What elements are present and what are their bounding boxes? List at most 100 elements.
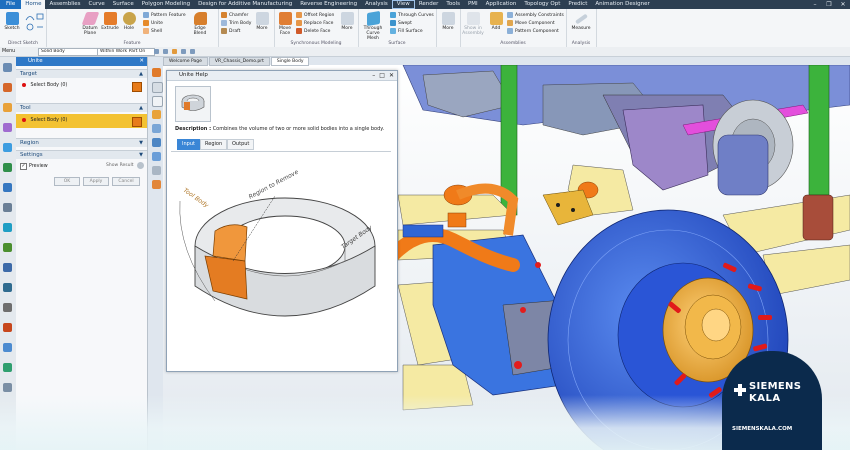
menu-render[interactable]: Render	[415, 0, 443, 9]
select-all-icon[interactable]	[163, 49, 168, 54]
menu-topology-opt[interactable]: Topology Opt	[520, 0, 564, 9]
tab-single-body[interactable]: Single Body	[270, 57, 310, 66]
delete-face-button[interactable]: Delete Face	[296, 28, 330, 34]
preview-checkbox[interactable]: ✓ Preview	[20, 163, 48, 170]
pin-icon[interactable]	[152, 152, 161, 161]
web-browser-icon[interactable]	[3, 223, 12, 232]
region-section-header[interactable]: Region ▼	[16, 138, 147, 147]
simulation-icon[interactable]	[3, 363, 12, 372]
menu-reverse-engineering[interactable]: Reverse Engineering	[296, 0, 361, 9]
help-icon[interactable]	[3, 383, 12, 392]
palette-icon[interactable]	[3, 243, 12, 252]
sketch-curves-icon[interactable]	[25, 12, 45, 32]
measure-button[interactable]: Measure	[570, 12, 592, 31]
process-studio-icon[interactable]	[3, 183, 12, 192]
type-filter-combo[interactable]: Solid Body	[38, 48, 100, 56]
filter-icon[interactable]	[154, 49, 159, 54]
help-tab-region[interactable]: Region	[200, 139, 228, 150]
tool-section-header[interactable]: Tool ▲	[16, 103, 147, 112]
more-surface-button[interactable]: More	[437, 12, 459, 31]
snap-icon[interactable]	[172, 49, 177, 54]
settings-section-header[interactable]: Settings ▼	[16, 150, 147, 159]
analysis-icon[interactable]	[3, 343, 12, 352]
unite-button[interactable]: Unite	[143, 20, 163, 26]
system-materials-icon[interactable]	[3, 163, 12, 172]
sketch-button[interactable]: Sketch	[1, 12, 23, 31]
through-curves-button[interactable]: Through Curves	[390, 12, 434, 18]
tab-vr-chassis[interactable]: VR_Chassis_Demo.prt	[208, 57, 270, 66]
show-in-assembly-button[interactable]: Show in Assembly	[461, 12, 485, 36]
knowledge-icon[interactable]	[3, 323, 12, 332]
roles-icon[interactable]	[3, 203, 12, 212]
assembly-constraints-button[interactable]: Assembly Constraints	[507, 12, 564, 18]
menu-home[interactable]: Home	[21, 0, 46, 9]
constraint-navigator-icon[interactable]	[3, 103, 12, 112]
palette-icon[interactable]	[152, 180, 161, 189]
maximize-icon[interactable]: □	[379, 71, 385, 80]
menu-pmi[interactable]: PMI	[464, 0, 482, 9]
ok-button[interactable]: OK	[54, 177, 80, 186]
teamcenter-icon[interactable]	[3, 283, 12, 292]
menu-assemblies[interactable]: Assemblies	[45, 0, 84, 9]
move-face-button[interactable]: Move Face	[274, 12, 296, 36]
dialog-close-icon[interactable]: ✕	[139, 57, 144, 66]
shell-button[interactable]: Shell	[143, 28, 162, 34]
help-tab-input[interactable]: Input	[177, 139, 200, 150]
trim-body-button[interactable]: Trim Body	[221, 20, 251, 26]
help-tab-output[interactable]: Output	[227, 139, 255, 150]
reuse-library-icon[interactable]	[3, 123, 12, 132]
edge-blend-button[interactable]: Edge Blend	[189, 12, 211, 36]
settings-icon[interactable]	[3, 303, 12, 312]
pattern-component-button[interactable]: Pattern Component	[507, 28, 559, 34]
minimize-icon[interactable]: –	[372, 71, 375, 80]
tab-welcome-page[interactable]: Welcome Page	[163, 57, 208, 66]
draft-button[interactable]: Draft	[221, 28, 240, 34]
menu-analysis[interactable]: Analysis	[361, 0, 392, 9]
fill-surface-button[interactable]: Fill Surface	[390, 28, 423, 34]
show-result-icon[interactable]	[137, 162, 144, 169]
menu-tools[interactable]: Tools	[442, 0, 464, 9]
hole-button[interactable]: Hole	[118, 12, 140, 31]
home-icon[interactable]	[152, 68, 161, 77]
part-navigator-icon[interactable]	[3, 63, 12, 72]
restore-icon[interactable]: ❐	[822, 0, 836, 9]
menu-curve[interactable]: Curve	[85, 0, 109, 9]
offset-region-button[interactable]: Offset Region	[296, 12, 334, 18]
menu-polygon-modeling[interactable]: Polygon Modeling	[138, 0, 194, 9]
swept-button[interactable]: Swept	[390, 20, 412, 26]
menu-view[interactable]: View	[391, 0, 415, 9]
move-component-button[interactable]: Move Component	[507, 20, 555, 26]
help-question-icon[interactable]	[152, 96, 163, 107]
add-component-button[interactable]: Add	[485, 12, 507, 31]
menu-button[interactable]: Menu	[2, 48, 15, 55]
selection-scope-combo[interactable]: Within Work Part On	[97, 48, 155, 56]
menu-animation-designer[interactable]: Animation Designer	[591, 0, 653, 9]
menu-dfam[interactable]: Design for Additive Manufacturing	[194, 0, 296, 9]
close-icon[interactable]: ✕	[836, 0, 850, 9]
target-section-header[interactable]: Target ▲	[16, 69, 147, 78]
tool-select-body[interactable]: Select Body (0)	[16, 114, 147, 128]
chamfer-button[interactable]: Chamfer	[221, 12, 248, 18]
help-book-icon[interactable]	[152, 82, 163, 93]
cancel-button[interactable]: Cancel	[112, 177, 140, 186]
target-select-body[interactable]: Select Body (0)	[16, 80, 147, 92]
through-curve-mesh-button[interactable]: Through Curve Mesh	[360, 10, 386, 41]
more-feature-button[interactable]: More	[251, 12, 273, 31]
more-sync-button[interactable]: More	[336, 12, 358, 31]
window-icon[interactable]	[152, 138, 161, 147]
unite-icon[interactable]	[152, 110, 161, 119]
snap-end-icon[interactable]	[190, 49, 195, 54]
close-icon[interactable]: ✕	[389, 71, 394, 80]
history-icon[interactable]	[3, 143, 12, 152]
pattern-feature-button[interactable]: Pattern Feature	[143, 12, 186, 18]
assembly-navigator-icon[interactable]	[3, 83, 12, 92]
menu-application[interactable]: Application	[482, 0, 521, 9]
hd3d-tools-icon[interactable]	[3, 263, 12, 272]
menu-file[interactable]: File	[0, 0, 22, 9]
menu-predict[interactable]: Predict	[564, 0, 591, 9]
clock-icon[interactable]	[152, 166, 161, 175]
menu-surface[interactable]: Surface	[109, 0, 138, 9]
snap-point-icon[interactable]	[181, 49, 186, 54]
minimize-icon[interactable]: –	[808, 0, 822, 9]
datum-plane-button[interactable]: Datum Plane	[79, 12, 101, 36]
